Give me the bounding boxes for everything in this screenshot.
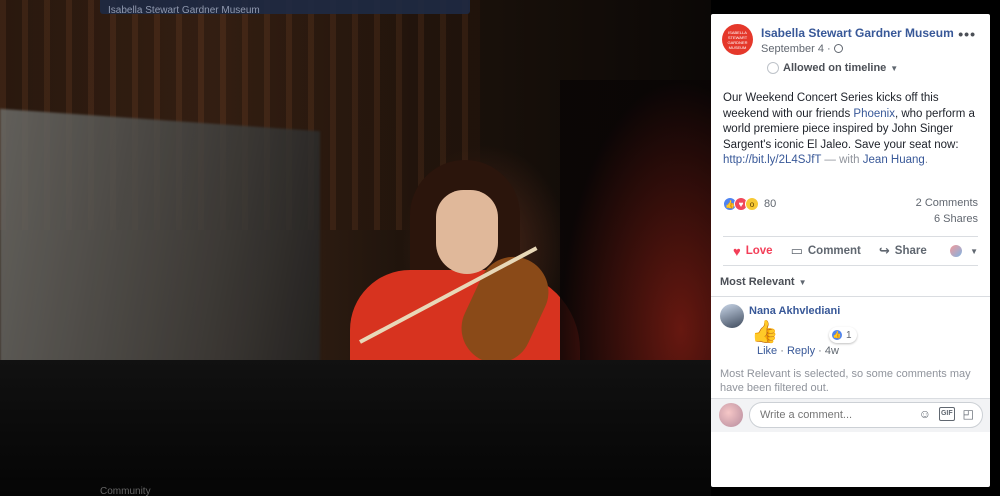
comments-count-link[interactable]: 2 Comments [916, 197, 978, 209]
bitly-link[interactable]: http://bit.ly/2L4SJfT [723, 154, 821, 166]
comment-input-box[interactable]: ☺ GIF ◰ [749, 402, 983, 428]
comment-meta: Like · Reply · 4w [757, 345, 839, 357]
comment-bubble-icon: ▭ [790, 243, 803, 258]
wow-reaction-icon: o [745, 197, 759, 211]
composer-icons: ☺ GIF ◰ [919, 407, 974, 421]
post-date[interactable]: September 4 · [761, 43, 843, 55]
post-header: ISABELLA STEWART GARDNER MUSEUM Isabella… [711, 14, 990, 84]
comment-reactions[interactable]: 👍 1 [829, 327, 857, 343]
user-avatar-icon [950, 245, 963, 257]
comment-like-link[interactable]: Like [757, 345, 777, 357]
shares-count-link[interactable]: 6 Shares [934, 213, 978, 225]
heart-icon: ♥ [733, 243, 741, 259]
love-button[interactable]: ♥ Love [733, 244, 773, 259]
post-as-selector[interactable]: ▼ [950, 245, 978, 257]
phoenix-link[interactable]: Phoenix [853, 108, 895, 120]
divider [711, 296, 990, 297]
viewer-bottom-text: Community [100, 486, 151, 496]
user-avatar [719, 403, 743, 427]
commenter-avatar[interactable] [720, 304, 744, 328]
caret-down-icon: ▼ [970, 246, 978, 256]
post-panel: ISABELLA STEWART GARDNER MUSEUM Isabella… [711, 14, 990, 487]
gif-icon[interactable]: GIF [938, 407, 955, 421]
caret-down-icon: ▼ [798, 278, 807, 287]
emoji-icon[interactable]: ☺ [919, 407, 931, 421]
comment-reply-link[interactable]: Reply [787, 345, 815, 357]
reaction-count: 80 [764, 198, 777, 210]
comment-button[interactable]: ▭ Comment [791, 243, 861, 259]
timeline-visibility-dropdown[interactable]: Allowed on timeline ▼ [767, 62, 898, 74]
sticker-icon[interactable]: ◰ [963, 407, 974, 421]
comment-sort-dropdown[interactable]: Most Relevant ▼ [720, 276, 807, 288]
post-photo[interactable] [0, 0, 711, 496]
comment-age[interactable]: 4w [825, 345, 839, 357]
globe-icon [833, 44, 843, 53]
commenter-name-link[interactable]: Nana Akhvlediani [749, 305, 840, 317]
page-name-link[interactable]: Isabella Stewart Gardner Museum [761, 26, 954, 40]
like-reaction-icon: 👍 [831, 329, 843, 341]
post-text: Our Weekend Concert Series kicks off thi… [723, 92, 975, 166]
reactions-summary[interactable]: 👍 ♥ o 80 [723, 197, 776, 211]
comment-input[interactable] [760, 409, 910, 421]
post-stats: 👍 ♥ o 80 2 Comments 6 Shares [723, 197, 978, 237]
viewer-top-bar-text: Isabella Stewart Gardner Museum [108, 5, 260, 16]
radio-icon [767, 62, 779, 74]
share-button[interactable]: ↪ Share [879, 243, 927, 259]
page-avatar[interactable]: ISABELLA STEWART GARDNER MUSEUM [722, 24, 753, 55]
comment-composer: ☺ GIF ◰ [711, 398, 990, 432]
caret-down-icon: ▼ [890, 63, 899, 73]
tagged-person-link[interactable]: Jean Huang [863, 154, 925, 166]
thumbs-up-emoji: 👍 [751, 319, 779, 344]
piano [0, 360, 711, 496]
share-arrow-icon: ↪ [878, 243, 890, 258]
viewer-top-bar: Isabella Stewart Gardner Museum [100, 0, 470, 16]
post-actions: ♥ Love ▭ Comment ↪ Share ▼ [723, 236, 978, 266]
more-options-icon[interactable]: ••• [958, 26, 976, 42]
filter-note: Most Relevant is selected, so some comme… [720, 368, 971, 394]
